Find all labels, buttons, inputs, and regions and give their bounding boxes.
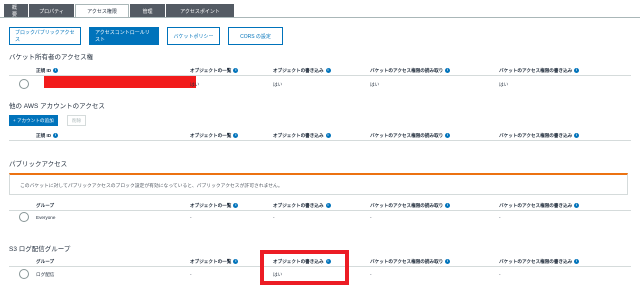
col-list-objects: オブジェクトの一覧 i (190, 68, 239, 74)
col-read-permissions: バケットのアクセス権限の読み取り i (370, 259, 451, 265)
info-icon[interactable]: i (445, 133, 451, 139)
cell-write-permissions: はい (499, 82, 509, 87)
col-write-permissions: バケットのアクセス権限の書き込み i (499, 68, 580, 74)
col-read-permissions: バケットのアクセス権限の読み取り i (370, 203, 451, 209)
table-row: ログ配信 - はい - - (9, 268, 631, 282)
table-row: Everyone - - - - (9, 211, 631, 225)
info-icon[interactable]: i (325, 68, 331, 74)
add-account-button[interactable]: + アカウントの追加 (9, 115, 58, 126)
permissions-subnav: ブロックパブリックアクセス アクセスコントロールリスト バケットポリシー COR… (9, 27, 283, 45)
col-canonical-id: 正規 ID i (36, 68, 59, 74)
cell-read-permissions: - (370, 215, 372, 220)
other-accounts-title: 他の AWS アカウントのアクセス (9, 103, 105, 110)
tab-overview[interactable]: 概要 (4, 4, 28, 18)
cell-read-permissions: はい (370, 82, 380, 87)
info-icon[interactable]: i (233, 68, 239, 74)
acl-button[interactable]: アクセスコントロールリスト (89, 27, 159, 45)
cell-write-objects: はい (273, 272, 283, 277)
tab-management[interactable]: 管理 (130, 4, 165, 18)
cell-list-objects: はい (190, 82, 200, 87)
block-public-access-button[interactable]: ブロックパブリックアクセス (9, 27, 81, 45)
col-list-objects: オブジェクトの一覧 i (190, 203, 239, 209)
cell-read-permissions: - (370, 272, 372, 277)
tab-permissions[interactable]: アクセス権限 (75, 4, 129, 18)
info-icon[interactable]: i (445, 203, 451, 209)
cell-write-objects: はい (273, 82, 283, 87)
delete-button[interactable]: 削除 (67, 115, 87, 126)
info-icon[interactable]: i (574, 133, 580, 139)
owner-section-title: バケット所有者のアクセス権 (9, 54, 94, 61)
col-read-permissions: バケットのアクセス権限の読み取り i (370, 133, 451, 139)
col-write-objects: オブジェクトの書き込み i (273, 68, 331, 74)
col-write-permissions: バケットのアクセス権限の書き込み i (499, 203, 580, 209)
info-icon[interactable]: i (233, 259, 239, 265)
col-list-objects: オブジェクトの一覧 i (190, 133, 239, 139)
bucket-policy-button[interactable]: バケットポリシー (167, 27, 220, 45)
info-icon[interactable]: i (325, 203, 331, 209)
owner-table-header: 正規 ID i オブジェクトの一覧 i オブジェクトの書き込み i バケットのアクセス… (9, 66, 631, 76)
row-radio[interactable] (19, 212, 29, 222)
cell-list-objects: - (190, 215, 192, 220)
public-access-alert: このバケットに対してパブリックアクセスのブロック設定が有効になっていると、パブリ… (9, 173, 628, 195)
col-write-permissions: バケットのアクセス権限の書き込み i (499, 259, 580, 265)
info-icon[interactable]: i (325, 259, 331, 265)
tab-divider (0, 17, 640, 18)
info-icon[interactable]: i (53, 68, 59, 74)
col-read-permissions: バケットのアクセス権限の読み取り i (370, 68, 451, 74)
tab-properties[interactable]: プロパティ (29, 4, 74, 18)
log-table-header: グループ オブジェクトの一覧 i オブジェクトの書き込み i バケットのアクセス権限… (9, 257, 631, 267)
col-write-objects: オブジェクトの書き込み i (273, 133, 331, 139)
col-list-objects: オブジェクトの一覧 i (190, 259, 239, 265)
row-radio[interactable] (19, 79, 29, 89)
col-write-permissions: バケットのアクセス権限の書き込み i (499, 133, 580, 139)
col-group: グループ (36, 203, 55, 208)
info-icon[interactable]: i (574, 259, 580, 265)
cors-config-button[interactable]: CORS の設定 (228, 27, 283, 45)
row-radio[interactable] (19, 269, 29, 279)
log-delivery-title: S3 ログ配信グループ (9, 246, 71, 253)
info-icon[interactable]: i (574, 203, 580, 209)
tab-access-points[interactable]: アクセスポイント (166, 4, 234, 18)
cell-write-permissions: - (499, 272, 501, 277)
info-icon[interactable]: i (445, 68, 451, 74)
col-write-objects: オブジェクトの書き込み i (273, 203, 331, 209)
top-tabs: 概要 プロパティ アクセス権限 管理 アクセスポイント (4, 4, 235, 18)
info-icon[interactable]: i (445, 259, 451, 265)
redacted-canonical-id (44, 76, 196, 88)
other-accounts-table-header: 正規 ID i オブジェクトの一覧 i オブジェクトの書き込み i バケットのアクセス… (9, 131, 631, 141)
table-row: はい はい はい はい (9, 76, 631, 92)
cell-write-permissions: - (499, 215, 501, 220)
info-icon[interactable]: i (574, 68, 580, 74)
col-canonical-id: 正規 ID i (36, 133, 59, 139)
info-icon[interactable]: i (325, 133, 331, 139)
cell-list-objects: - (190, 272, 192, 277)
public-table-header: グループ オブジェクトの一覧 i オブジェクトの書き込み i バケットのアクセス権限… (9, 201, 631, 211)
info-icon[interactable]: i (53, 133, 59, 139)
info-icon[interactable]: i (233, 133, 239, 139)
cell-group: ログ配信 (36, 272, 55, 277)
cell-group: Everyone (36, 215, 56, 220)
public-access-title: パブリックアクセス (9, 161, 68, 168)
info-icon[interactable]: i (233, 203, 239, 209)
col-group: グループ (36, 259, 55, 264)
col-write-objects: オブジェクトの書き込み i (273, 259, 331, 265)
cell-write-objects: - (273, 215, 275, 220)
